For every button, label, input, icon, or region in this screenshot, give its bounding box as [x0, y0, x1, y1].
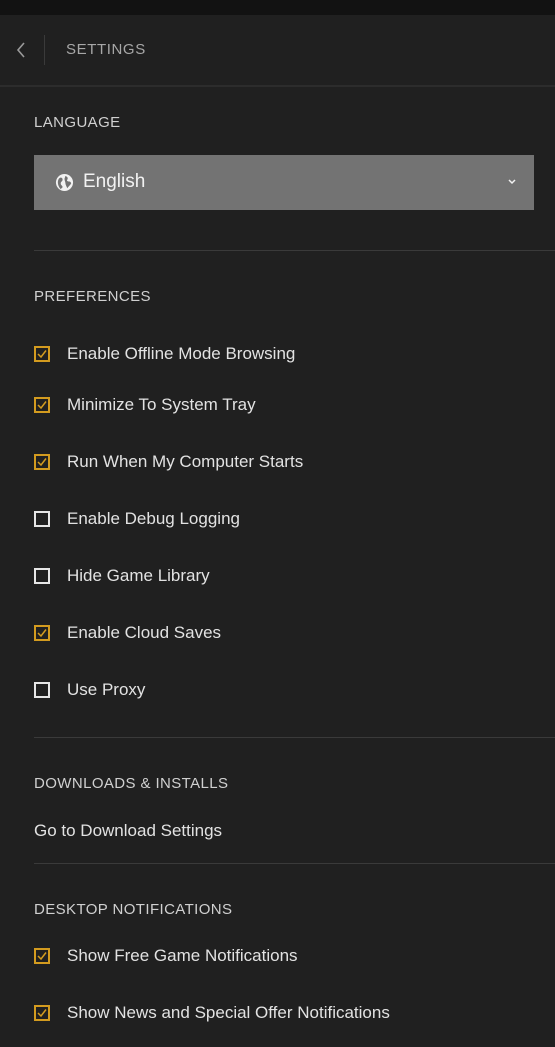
pref-run-on-start[interactable]: Run When My Computer Starts	[34, 450, 514, 474]
pref-hide-library[interactable]: Hide Game Library	[34, 564, 514, 588]
checkbox-unchecked[interactable]	[34, 568, 50, 584]
checkbox-label: Enable Debug Logging	[67, 509, 240, 528]
checkbox-label: Show Free Game Notifications	[67, 946, 298, 965]
checkbox-checked[interactable]	[34, 948, 50, 964]
back-button[interactable]	[8, 35, 34, 65]
divider	[34, 737, 555, 738]
chevron-left-icon	[16, 42, 25, 58]
checkmark-icon	[37, 629, 47, 638]
checkbox-label: Use Proxy	[67, 680, 146, 699]
chevron-down-icon	[508, 179, 516, 185]
checkbox-label: Enable Cloud Saves	[67, 623, 222, 642]
pref-cloud-saves[interactable]: Enable Cloud Saves	[34, 621, 514, 645]
language-dropdown[interactable]: English	[34, 155, 534, 210]
pref-debug-logging[interactable]: Enable Debug Logging	[34, 507, 514, 531]
download-settings-link[interactable]: Go to Download Settings	[34, 821, 222, 841]
preferences-section-title: PREFERENCES	[34, 288, 151, 305]
pref-offline-mode[interactable]: Enable Offline Mode Browsing	[34, 342, 514, 366]
globe-icon	[55, 173, 74, 192]
header: SETTINGS	[0, 15, 555, 87]
checkmark-icon	[37, 350, 47, 359]
divider	[34, 250, 555, 251]
notifications-section-title: DESKTOP NOTIFICATIONS	[34, 901, 233, 918]
checkmark-icon	[37, 952, 47, 961]
checkmark-icon	[37, 1009, 47, 1018]
checkmark-icon	[37, 458, 47, 467]
header-divider	[44, 35, 45, 65]
checkbox-label: Hide Game Library	[67, 566, 210, 585]
checkbox-checked[interactable]	[34, 625, 50, 641]
checkbox-label: Show News and Special Offer Notification…	[67, 1003, 390, 1022]
checkmark-icon	[37, 401, 47, 410]
checkbox-checked[interactable]	[34, 346, 50, 362]
checkbox-label: Run When My Computer Starts	[67, 452, 304, 471]
checkbox-checked[interactable]	[34, 454, 50, 470]
notif-news-offers[interactable]: Show News and Special Offer Notification…	[34, 1001, 514, 1025]
pref-use-proxy[interactable]: Use Proxy	[34, 678, 514, 702]
checkbox-label: Enable Offline Mode Browsing	[67, 344, 296, 363]
notif-free-games[interactable]: Show Free Game Notifications	[34, 944, 514, 968]
checkbox-checked[interactable]	[34, 397, 50, 413]
page-title: SETTINGS	[66, 41, 146, 58]
checkbox-unchecked[interactable]	[34, 682, 50, 698]
checkbox-label: Minimize To System Tray	[67, 395, 256, 414]
downloads-section-title: DOWNLOADS & INSTALLS	[34, 775, 229, 792]
language-selected-value: English	[83, 171, 146, 192]
pref-minimize-tray[interactable]: Minimize To System Tray	[34, 393, 514, 417]
window-top-bar	[0, 0, 555, 15]
divider	[34, 863, 555, 864]
language-section-title: LANGUAGE	[34, 114, 121, 131]
checkbox-unchecked[interactable]	[34, 511, 50, 527]
checkbox-checked[interactable]	[34, 1005, 50, 1021]
